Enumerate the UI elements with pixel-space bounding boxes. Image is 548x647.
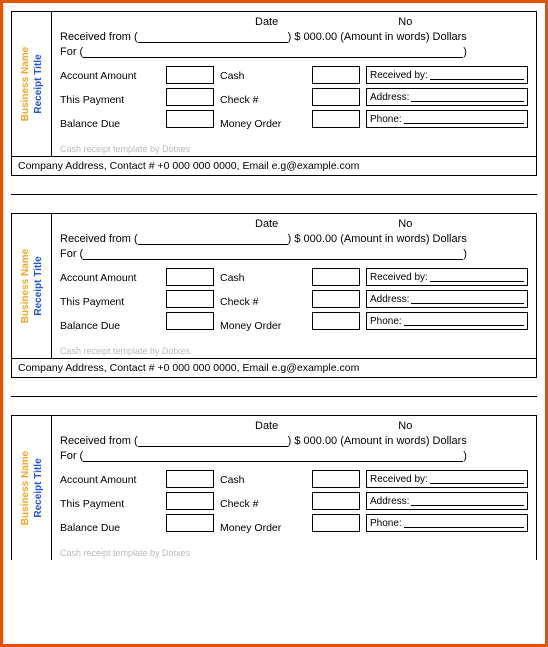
address-box[interactable]: Address:: [366, 88, 528, 106]
account-amount-label: Account Amount: [60, 66, 160, 86]
cash-box[interactable]: [312, 470, 360, 488]
balance-due-box[interactable]: [166, 312, 214, 330]
credit-text: Cash receipt template by Dotxes: [60, 144, 528, 154]
receipt-2: Business Name Receipt Title Date No Rece…: [11, 213, 537, 378]
received-from-label: Received from (: [60, 233, 138, 245]
business-name: Business Name: [19, 451, 32, 525]
date-label: Date: [255, 218, 278, 230]
account-amount-box[interactable]: [166, 470, 214, 488]
side-label: Business Name Receipt Title: [12, 12, 52, 156]
cash-box[interactable]: [312, 66, 360, 84]
this-payment-box[interactable]: [166, 88, 214, 106]
receipt-title: Receipt Title: [32, 451, 45, 525]
received-by-box[interactable]: Received by:: [366, 268, 528, 286]
account-amount-label: Account Amount: [60, 268, 160, 288]
footer-text: Company Address, Contact # +0 000 000 00…: [12, 358, 536, 377]
received-from-line[interactable]: [138, 234, 288, 245]
address-box[interactable]: Address:: [366, 492, 528, 510]
phone-box[interactable]: Phone:: [366, 514, 528, 532]
for-line[interactable]: [83, 249, 463, 260]
date-label: Date: [255, 16, 278, 28]
credit-text: Cash receipt template by Dotxes: [60, 548, 528, 558]
side-label: Business Name Receipt Title: [12, 416, 52, 560]
received-from-line[interactable]: [138, 32, 288, 43]
check-label: Check #: [220, 292, 306, 312]
money-order-label: Money Order: [220, 316, 306, 336]
balance-due-box[interactable]: [166, 514, 214, 532]
amount-suffix: ) $ 000.00 (Amount in words) Dollars: [288, 31, 467, 43]
receipt-title: Receipt Title: [32, 47, 45, 121]
check-box[interactable]: [312, 492, 360, 510]
receipt-1: Business Name Receipt Title Date No Rece…: [11, 11, 537, 176]
amount-suffix: ) $ 000.00 (Amount in words) Dollars: [288, 233, 467, 245]
no-label: No: [398, 16, 412, 28]
separator: [11, 194, 537, 195]
check-label: Check #: [220, 90, 306, 110]
receipt-3: Business Name Receipt Title Date No Rece…: [11, 415, 537, 560]
received-from-line[interactable]: [138, 436, 288, 447]
received-by-box[interactable]: Received by:: [366, 66, 528, 84]
for-label: For (: [60, 46, 83, 58]
account-amount-label: Account Amount: [60, 470, 160, 490]
phone-box[interactable]: Phone:: [366, 312, 528, 330]
receipt-title: Receipt Title: [32, 249, 45, 323]
cash-box[interactable]: [312, 268, 360, 286]
for-line[interactable]: [83, 47, 463, 58]
check-label: Check #: [220, 494, 306, 514]
no-label: No: [398, 420, 412, 432]
no-label: No: [398, 218, 412, 230]
money-order-box[interactable]: [312, 312, 360, 330]
received-by-box[interactable]: Received by:: [366, 470, 528, 488]
amount-suffix: ) $ 000.00 (Amount in words) Dollars: [288, 435, 467, 447]
address-box[interactable]: Address:: [366, 290, 528, 308]
this-payment-label: This Payment: [60, 90, 160, 110]
footer-text: Company Address, Contact # +0 000 000 00…: [12, 156, 536, 175]
phone-box[interactable]: Phone:: [366, 110, 528, 128]
money-order-box[interactable]: [312, 110, 360, 128]
money-order-label: Money Order: [220, 518, 306, 538]
check-box[interactable]: [312, 290, 360, 308]
balance-due-label: Balance Due: [60, 518, 160, 538]
this-payment-box[interactable]: [166, 290, 214, 308]
for-line[interactable]: [83, 451, 463, 462]
this-payment-label: This Payment: [60, 494, 160, 514]
separator: [11, 396, 537, 397]
balance-due-label: Balance Due: [60, 114, 160, 134]
business-name: Business Name: [19, 47, 32, 121]
received-from-label: Received from (: [60, 31, 138, 43]
side-label: Business Name Receipt Title: [12, 214, 52, 358]
business-name: Business Name: [19, 249, 32, 323]
balance-due-box[interactable]: [166, 110, 214, 128]
date-label: Date: [255, 420, 278, 432]
for-label: For (: [60, 248, 83, 260]
check-box[interactable]: [312, 88, 360, 106]
account-amount-box[interactable]: [166, 66, 214, 84]
this-payment-box[interactable]: [166, 492, 214, 510]
account-amount-box[interactable]: [166, 268, 214, 286]
cash-label: Cash: [220, 268, 306, 288]
received-from-label: Received from (: [60, 435, 138, 447]
balance-due-label: Balance Due: [60, 316, 160, 336]
money-order-box[interactable]: [312, 514, 360, 532]
cash-label: Cash: [220, 66, 306, 86]
cash-label: Cash: [220, 470, 306, 490]
this-payment-label: This Payment: [60, 292, 160, 312]
credit-text: Cash receipt template by Dotxes: [60, 346, 528, 356]
money-order-label: Money Order: [220, 114, 306, 134]
for-label: For (: [60, 450, 83, 462]
